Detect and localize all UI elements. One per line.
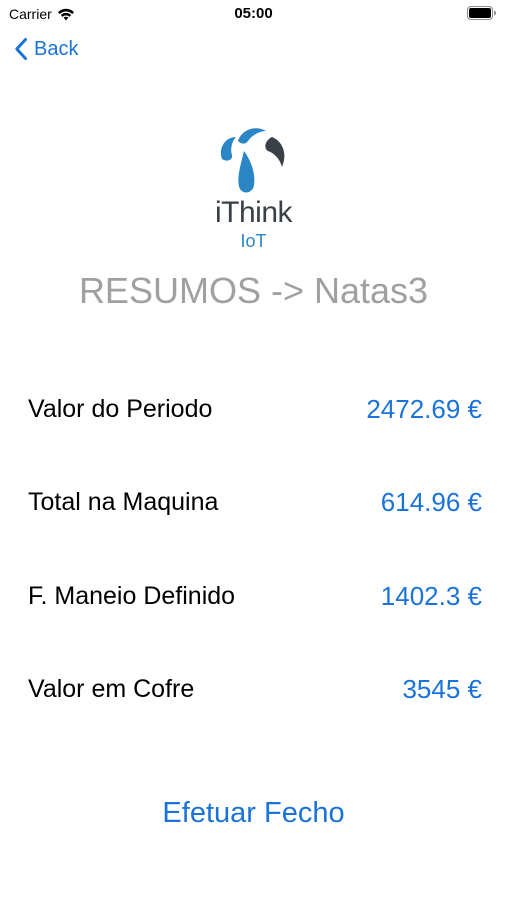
- row-value: 2472.69 €: [366, 393, 482, 424]
- page-title: RESUMOS -> Natas3: [78, 270, 429, 311]
- row-value: 3545 €: [402, 673, 482, 704]
- summary-row-valor-cofre: Valor em Cofre 3545 €: [28, 669, 482, 709]
- row-label: F. Maneio Definido: [28, 581, 236, 610]
- back-button[interactable]: Back: [14, 37, 78, 61]
- status-time: 05:00: [234, 5, 273, 22]
- row-value: 1402.3 €: [380, 580, 482, 611]
- row-label: Valor em Cofre: [28, 674, 195, 703]
- row-label: Valor do Periodo: [28, 394, 213, 423]
- summary-row-total-maquina: Total na Maquina 614.96 €: [28, 482, 482, 522]
- back-label: Back: [34, 37, 79, 60]
- efetuar-fecho-button[interactable]: Efetuar Fecho: [0, 797, 507, 830]
- ithink-logo-mark-icon: [220, 128, 284, 193]
- row-label: Total na Maquina: [28, 487, 219, 516]
- row-value: 614.96 €: [380, 486, 482, 517]
- battery-icon: [467, 6, 496, 20]
- summary-row-valor-periodo: Valor do Periodo 2472.69 €: [28, 389, 482, 429]
- logo-subtitle: IoT: [240, 231, 267, 251]
- chevron-left-icon: [15, 38, 27, 60]
- summary-row-maneio-definido: F. Maneio Definido 1402.3 €: [28, 576, 482, 616]
- status-bar: Carrier 05:00: [0, 0, 507, 28]
- logo-name: iThink: [214, 196, 293, 229]
- ithink-logo: iThink IoT: [0, 123, 507, 251]
